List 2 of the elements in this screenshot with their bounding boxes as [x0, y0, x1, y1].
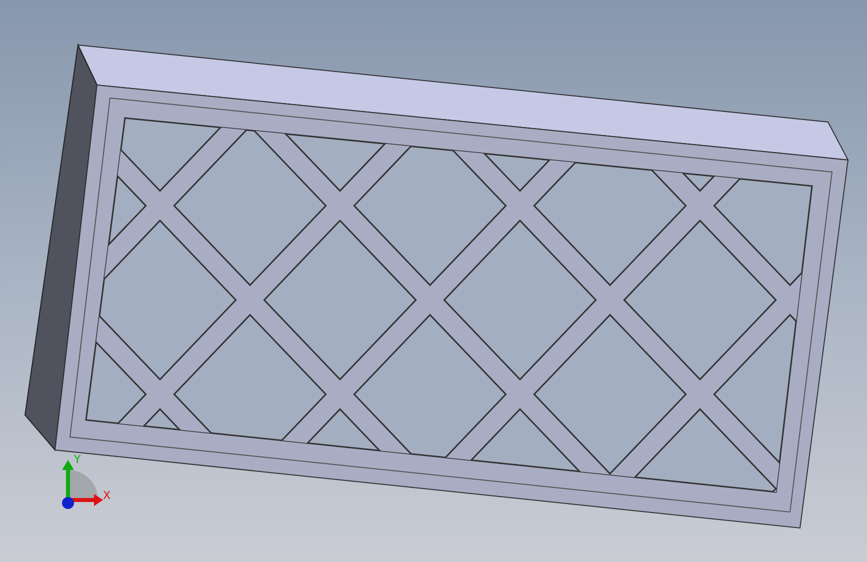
y-axis-label: Y [74, 454, 81, 465]
x-axis-label: X [103, 490, 111, 501]
